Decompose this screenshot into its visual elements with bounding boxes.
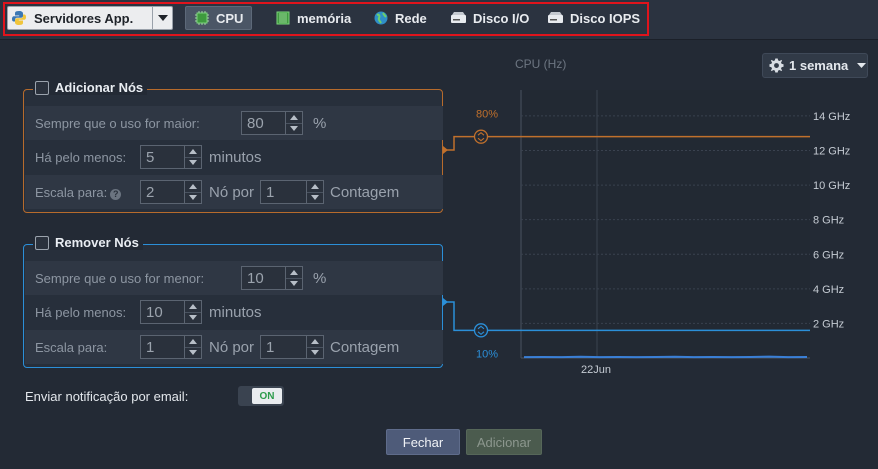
y-tick-label: 6 GHz [813,249,844,261]
toolbar-highlight-frame [3,2,649,36]
remove-duration-value[interactable]: 10 [141,301,184,323]
upper-threshold-label: 80% [476,109,498,121]
remove-scale-per: Nó por [209,338,255,356]
add-duration-value[interactable]: 5 [141,146,184,168]
chevron-down-icon[interactable] [185,158,201,169]
remove-threshold-unit: % [313,269,327,287]
y-tick-label: 2 GHz [813,318,844,330]
chevron-down-icon [857,63,867,68]
resource-toolbar: Servidores App. CPU memória Rede Disco I… [0,0,878,40]
chevron-up-icon[interactable] [185,181,201,193]
chevron-down-icon[interactable] [286,124,302,135]
y-tick-label: 10 GHz [813,180,850,192]
add-duration-unit: minutos [209,148,262,166]
chevron-down-icon[interactable] [185,193,201,204]
chevron-down-icon[interactable] [286,279,302,290]
chevron-down-icon[interactable] [307,193,323,204]
period-select[interactable]: 1 semana [762,53,868,78]
add-threshold-stepper[interactable]: 80 [241,111,303,135]
email-notification-label: Enviar notificação por email: [25,389,189,404]
upper-threshold-pointer [443,146,448,154]
chevron-up-icon[interactable] [185,336,201,348]
add-threshold-row: Sempre que o uso for maior: 80 % [25,106,443,140]
close-button[interactable]: Fechar [386,429,460,455]
cpu-chart: 2 GHz 4 GHz 6 GHz 8 GHz 10 GHz 12 GHz 14 GHz 22… [443,90,850,376]
add-scale-row: Escala para:? 2 Nó por 1 Contagem [25,175,443,209]
chevron-down-icon[interactable] [185,313,201,324]
chevron-up-icon[interactable] [185,146,201,158]
remove-threshold-label: Sempre que o uso for menor: [35,270,205,286]
y-tick-label: 14 GHz [813,111,850,123]
add-nodes-panel: Adicionar Nós Sempre que o uso for maior… [23,80,443,213]
chevron-up-icon[interactable] [286,267,302,279]
add-scale-label-text: Escala para: [35,184,108,200]
add-duration-stepper[interactable]: 5 [140,145,202,169]
period-label: 1 semana [789,58,849,73]
remove-scale-count-unit: Contagem [330,338,400,356]
add-duration-row: Há pelo menos: 5 minutos [25,140,443,174]
add-nodes-header[interactable]: Adicionar Nós [33,80,148,95]
add-scale-count-stepper[interactable]: 1 [260,180,324,204]
x-tick-label: 22Jun [581,364,611,376]
remove-duration-stepper[interactable]: 10 [140,300,202,324]
add-button[interactable]: Adicionar [466,429,542,455]
add-scale-value[interactable]: 2 [141,181,184,203]
chevron-down-icon[interactable] [307,348,323,359]
chevron-up-icon[interactable] [307,181,323,193]
add-nodes-title: Adicionar Nós [55,80,144,95]
add-scale-count-value[interactable]: 1 [261,181,306,203]
remove-nodes-title: Remover Nós [55,235,139,250]
remove-threshold-value[interactable]: 10 [242,267,285,289]
remove-nodes-checkbox[interactable] [35,235,49,250]
y-tick-label: 4 GHz [813,284,844,296]
remove-scale-value[interactable]: 1 [141,336,184,358]
lower-threshold-label: 10% [476,348,498,360]
add-scale-per: Nó por [209,183,255,201]
remove-nodes-panel: Remover Nós Sempre que o uso for menor: … [23,235,443,368]
lower-threshold-pointer [443,298,448,306]
cpu-series-line [523,355,808,359]
help-icon[interactable]: ? [110,188,122,200]
remove-scale-count-value[interactable]: 1 [261,336,306,358]
toggle-state: ON [252,388,282,404]
remove-duration-label: Há pelo menos: [35,304,127,320]
chevron-up-icon[interactable] [286,112,302,124]
plot-area [521,90,810,358]
add-duration-label: Há pelo menos: [35,149,127,165]
chevron-up-icon[interactable] [185,301,201,313]
add-threshold-label: Sempre que o uso for maior: [35,115,200,131]
remove-scale-label: Escala para: [35,339,108,355]
lower-threshold-connector [444,301,480,332]
remove-scale-stepper[interactable]: 1 [140,335,202,359]
remove-duration-row: Há pelo menos: 10 minutos [25,295,443,329]
remove-threshold-stepper[interactable]: 10 [241,266,303,290]
remove-scale-row: Escala para: 1 Nó por 1 Contagem [25,330,443,364]
remove-nodes-header[interactable]: Remover Nós [33,235,143,250]
chart-title: CPU (Hz) [515,57,567,71]
gear-icon [769,58,784,73]
add-threshold-unit: % [313,114,327,132]
y-tick-label: 8 GHz [813,215,844,227]
email-notification-toggle[interactable]: ON [238,386,284,406]
chevron-up-icon[interactable] [307,336,323,348]
y-tick-label: 12 GHz [813,146,850,158]
add-scale-label: Escala para:? [35,184,122,200]
add-scale-stepper[interactable]: 2 [140,180,202,204]
remove-threshold-row: Sempre que o uso for menor: 10 % [25,261,443,295]
chevron-down-icon[interactable] [185,348,201,359]
remove-scale-count-stepper[interactable]: 1 [260,335,324,359]
add-nodes-checkbox[interactable] [35,80,49,95]
remove-duration-unit: minutos [209,303,262,321]
add-scale-count-unit: Contagem [330,183,400,201]
add-threshold-value[interactable]: 80 [242,112,285,134]
